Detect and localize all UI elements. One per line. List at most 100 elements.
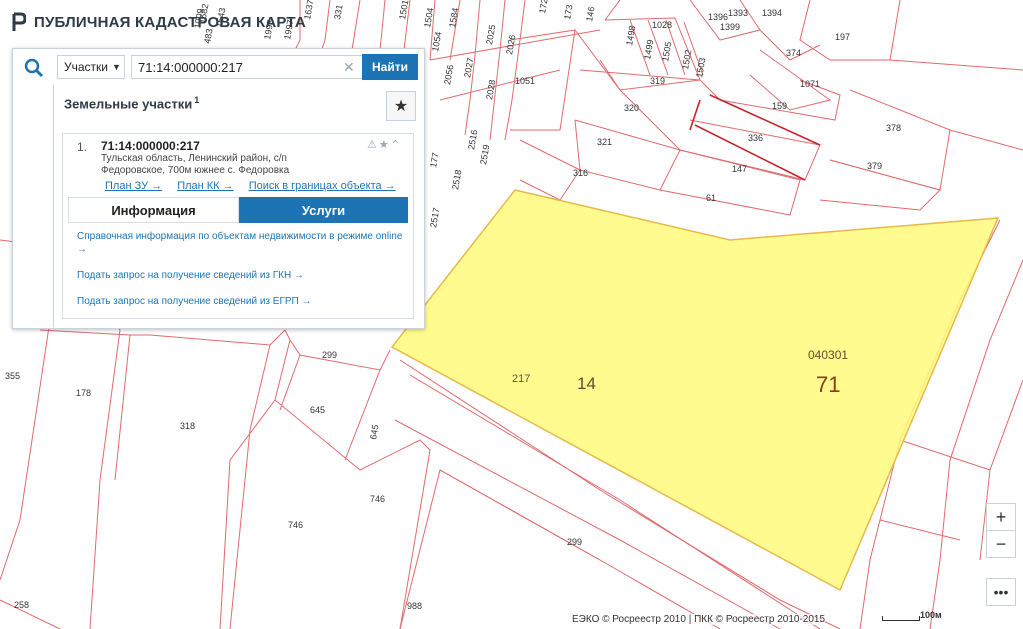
card-tabs: Информация Услуги (68, 197, 408, 223)
service-link-online-info[interactable]: Справочная информация по объектам недвиж… (77, 230, 405, 256)
svg-text:374: 374 (786, 48, 801, 58)
svg-text:321: 321 (597, 137, 612, 147)
svg-text:1584: 1584 (447, 7, 460, 28)
svg-text:173: 173 (562, 4, 574, 21)
selected-parcel (390, 189, 1000, 592)
svg-text:146: 146 (584, 6, 596, 23)
svg-text:258: 258 (14, 600, 29, 610)
zoom-controls: + − (986, 503, 1016, 558)
close-icon[interactable]: ✕ (343, 59, 355, 76)
svg-text:1393: 1393 (728, 8, 748, 18)
object-type-select[interactable]: Участки ▼ (57, 55, 125, 79)
svg-text:1028: 1028 (652, 20, 672, 30)
more-options-button[interactable]: ••• (986, 578, 1016, 606)
svg-text:1504: 1504 (422, 7, 435, 28)
svg-text:299: 299 (567, 537, 582, 547)
svg-text:379: 379 (867, 161, 882, 171)
svg-text:2518: 2518 (450, 169, 463, 190)
svg-text:355: 355 (5, 371, 20, 381)
svg-text:2025: 2025 (484, 24, 497, 45)
svg-text:159: 159 (772, 101, 787, 111)
results-panel: Земельные участки 1 ★ 1. 71:14:000000:217… (53, 85, 424, 327)
logo-icon (12, 12, 26, 31)
chevron-up-icon[interactable]: ⌃ (391, 139, 402, 151)
results-title-text: Земельные участки (64, 96, 193, 112)
svg-text:2519: 2519 (478, 144, 491, 165)
svg-text:746: 746 (370, 494, 385, 504)
star-icon[interactable]: ★ (379, 139, 391, 151)
parcel-address: Тульская область, Ленинский район, с/п Ф… (101, 153, 290, 176)
svg-text:2056: 2056 (442, 64, 455, 85)
district-code-label: 14 (577, 374, 596, 393)
service-link-gkn-request[interactable]: Подать запрос на получение сведений из Г… (77, 269, 405, 282)
plan-zu-link[interactable]: План ЗУ → (105, 180, 162, 192)
svg-text:318: 318 (180, 421, 195, 431)
svg-text:645: 645 (310, 405, 325, 415)
svg-text:2026: 2026 (504, 34, 517, 55)
svg-text:299: 299 (322, 350, 337, 360)
svg-text:1394: 1394 (762, 8, 782, 18)
plan-kk-link[interactable]: План КК → (177, 180, 233, 192)
tab-services[interactable]: Услуги (239, 197, 408, 223)
svg-text:1502: 1502 (680, 49, 693, 70)
svg-text:1054: 1054 (430, 31, 443, 52)
svg-text:1499: 1499 (642, 39, 655, 60)
card-actions: ⚠★⌃ (367, 138, 402, 151)
svg-text:746: 746 (288, 520, 303, 530)
search-button[interactable]: Найти (362, 54, 418, 80)
svg-text:178: 178 (76, 388, 91, 398)
svg-text:1071: 1071 (800, 79, 820, 89)
svg-text:1498: 1498 (624, 25, 637, 46)
svg-text:320: 320 (624, 103, 639, 113)
svg-text:378: 378 (886, 123, 901, 133)
svg-text:331: 331 (332, 4, 344, 21)
service-link-egrp-request[interactable]: Подать запрос на получение сведений из Е… (77, 295, 405, 308)
zoom-in-button[interactable]: + (987, 504, 1015, 531)
result-card[interactable]: 1. 71:14:000000:217 Тульская область, Ле… (62, 133, 414, 319)
svg-text:1505: 1505 (660, 41, 673, 62)
quarter-code-label: 040301 (808, 348, 848, 362)
svg-text:1501: 1501 (397, 0, 410, 20)
svg-text:1503: 1503 (694, 57, 707, 78)
chevron-down-icon: ▼ (112, 62, 121, 72)
region-code-label: 71 (816, 372, 840, 397)
scale-bar (882, 616, 920, 621)
svg-text:645: 645 (368, 424, 380, 441)
svg-text:172: 172 (537, 0, 549, 14)
svg-text:197: 197 (835, 32, 850, 42)
map-scale: 100м (880, 610, 942, 624)
svg-text:2028: 2028 (484, 79, 497, 100)
svg-text:177: 177 (428, 152, 440, 169)
svg-text:2027: 2027 (462, 57, 475, 78)
services-list: Справочная информация по объектам недвиж… (77, 230, 405, 321)
favorites-button[interactable]: ★ (386, 91, 416, 121)
svg-text:61: 61 (706, 193, 716, 203)
parcel-number-label: 217 (512, 373, 530, 385)
svg-text:319: 319 (650, 76, 665, 86)
star-icon: ★ (393, 98, 409, 115)
svg-text:316: 316 (573, 168, 588, 178)
app-title: ПУБЛИЧНАЯ КАДАСТРОВАЯ КАРТА (34, 13, 306, 31)
results-count: 1 (194, 95, 200, 105)
search-in-bounds-link[interactable]: Поиск в границах объекта → (249, 180, 396, 192)
search-input[interactable] (131, 55, 367, 79)
object-type-value: Участки (64, 60, 108, 74)
svg-text:2517: 2517 (428, 207, 441, 228)
results-title: Земельные участки 1 (64, 95, 199, 111)
warning-icon[interactable]: ⚠ (367, 139, 379, 151)
svg-text:1051: 1051 (515, 76, 535, 86)
search-icon[interactable] (23, 57, 45, 79)
zoom-out-button[interactable]: − (987, 531, 1015, 557)
result-index: 1. (77, 140, 88, 154)
tab-information[interactable]: Информация (68, 197, 239, 223)
search-panel: Участки ▼ ✕ Найти Земельные участки1 ★ 1… (12, 48, 425, 329)
app-logo[interactable]: ПУБЛИЧНАЯ КАДАСТРОВАЯ КАРТА (12, 12, 306, 32)
svg-text:1396: 1396 (708, 12, 728, 22)
scale-label: 100м (920, 610, 942, 620)
search-bar: Участки ▼ ✕ Найти (13, 49, 424, 85)
svg-text:1399: 1399 (720, 22, 740, 32)
svg-text:336: 336 (748, 133, 763, 143)
cadastral-number: 71:14:000000:217 (101, 139, 200, 153)
svg-text:2516: 2516 (466, 129, 479, 150)
copyright-text: ЕЭКО © Росреестр 2010 | ПКК © Росреестр … (572, 614, 826, 625)
